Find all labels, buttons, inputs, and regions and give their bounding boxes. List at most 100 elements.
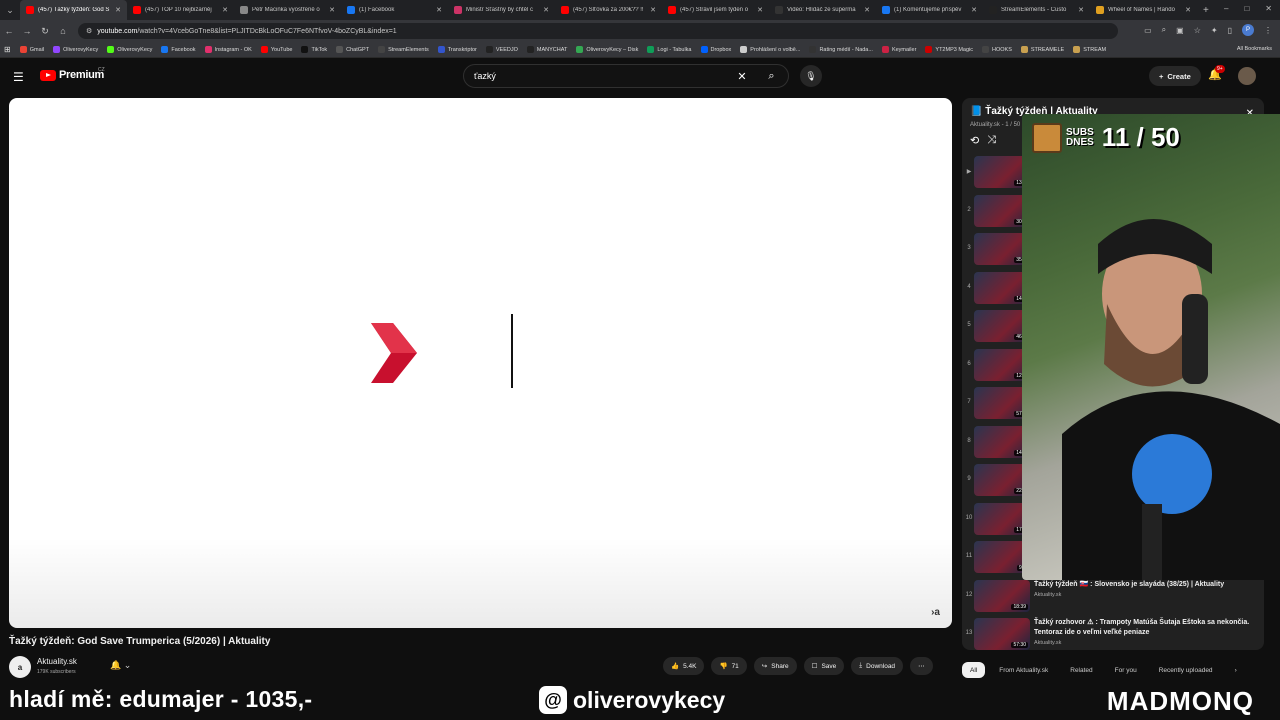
browser-tab[interactable]: Ministr Šťastný by chtěl c ✕ [448, 0, 555, 20]
back-icon[interactable]: ← [0, 26, 18, 36]
bookmark-item[interactable]: Rating médií - Nada... [809, 46, 873, 53]
close-tab-icon[interactable]: ✕ [864, 6, 870, 14]
minimize-icon[interactable]: – [1224, 4, 1228, 13]
youtube-logo[interactable]: Premium CZ [40, 67, 105, 81]
new-tab-button[interactable]: + [1203, 5, 1209, 16]
subscribe-bell-icon[interactable]: 🔔 ⌄ [110, 660, 131, 671]
home-icon[interactable]: ⌂ [54, 26, 72, 36]
close-window-icon[interactable]: ✕ [1265, 4, 1272, 13]
bookmark-item[interactable]: YouTube [260, 46, 292, 53]
shuffle-icon[interactable]: ⤨ [987, 134, 996, 147]
bookmark-item[interactable]: OliverovyKecy – Disk [576, 46, 638, 53]
bookmark-item[interactable]: Instagram - OK [204, 46, 252, 53]
bookmark-item[interactable]: VEEDJO [485, 46, 518, 53]
bookmark-item[interactable]: StreamElements [378, 46, 429, 53]
profile-avatar[interactable]: P [1242, 24, 1254, 36]
close-tab-icon[interactable]: ✕ [436, 6, 442, 14]
bookmark-item[interactable]: Dropbox [700, 46, 731, 53]
dislike-button[interactable]: 👎 71 [711, 657, 747, 675]
bookmark-item[interactable]: HOOKS [982, 46, 1012, 53]
browser-tab[interactable]: StreamElements - Custo ✕ [983, 0, 1090, 20]
browser-tab[interactable]: (457) Ťažký týždeň: God S ✕ [20, 0, 127, 20]
zoom-icon[interactable]: ⌕ [1162, 25, 1166, 35]
browser-tab[interactable]: (1) Komentujeme příspěv ✕ [876, 0, 983, 20]
filter-chip[interactable]: Recently uploaded [1151, 662, 1221, 678]
browser-tab[interactable]: Video: Hlídač ze superma ✕ [769, 0, 876, 20]
video-player[interactable]: ›a [9, 98, 952, 628]
site-info-icon[interactable]: ⚙ [86, 27, 92, 35]
close-tab-icon[interactable]: ✕ [543, 6, 549, 14]
bookmark-item[interactable]: Gmail [19, 46, 44, 53]
sidepanel-icon[interactable]: ▯ [1228, 26, 1232, 35]
browser-tab[interactable]: Petr Macinka vyostřeně o ✕ [234, 0, 341, 20]
playlist-item-title[interactable]: Ťažký týždeň 🇸🇰 : Slovensko je slayáda (… [1034, 580, 1256, 590]
maximize-icon[interactable]: □ [1244, 4, 1249, 13]
url-field[interactable]: ⚙ youtube.com/watch?v=4VcebGoTne8&list=P… [78, 23, 1118, 39]
channel-watermark[interactable]: ›a [931, 607, 940, 618]
bookmark-item[interactable]: Facebook [161, 46, 196, 53]
search-icon[interactable]: ⌕ [754, 65, 788, 87]
bookmark-star-icon[interactable]: ☆ [1194, 26, 1201, 35]
filter-chip[interactable]: From Aktuality.sk [991, 662, 1056, 678]
bookmark-item[interactable]: Logi - Tabulka [647, 46, 692, 53]
bookmark-item[interactable]: OliverovyKecy [53, 46, 98, 53]
bookmark-item[interactable]: Keymailer [881, 46, 916, 53]
close-tab-icon[interactable]: ✕ [650, 6, 656, 14]
video-thumbnail[interactable]: 18:39 [974, 579, 1030, 612]
forward-icon[interactable]: → [18, 26, 36, 36]
hamburger-menu-icon[interactable]: ☰ [13, 70, 24, 84]
browser-tab[interactable]: Wheel of Names | Rando ✕ [1090, 0, 1197, 20]
playlist-item[interactable]: 12 18:39 Ťažký týždeň 🇸🇰 : Slovensko je sl… [962, 579, 1264, 616]
create-button[interactable]: + Create [1149, 66, 1201, 86]
bookmark-item[interactable]: Transkriptor [437, 46, 477, 53]
close-tab-icon[interactable]: ✕ [1078, 6, 1084, 14]
close-tab-icon[interactable]: ✕ [971, 6, 977, 14]
browser-tab[interactable]: (1) Facebook ✕ [341, 0, 448, 20]
notifications-bell-icon[interactable]: 🔔 9+ [1208, 65, 1225, 81]
playlist-item-title[interactable]: Ťažký rozhovor ⚠ : Trampoty Matúša Šutaj… [1034, 618, 1256, 638]
chips-next-icon[interactable]: › [1227, 662, 1245, 678]
search-input[interactable]: ťazký [464, 71, 730, 81]
apps-icon[interactable]: ⊞ [4, 45, 11, 54]
bookmark-item[interactable]: STREAM [1073, 46, 1106, 53]
share-button[interactable]: ↪ Share [753, 657, 797, 675]
menu-kebab-icon[interactable]: ⋮ [1264, 26, 1272, 35]
close-tab-icon[interactable]: ✕ [222, 6, 228, 14]
filter-chip[interactable]: All [962, 662, 986, 678]
reload-icon[interactable]: ↻ [36, 26, 54, 37]
clear-search-icon[interactable]: ✕ [730, 70, 754, 83]
cast-icon[interactable]: ▭ [1144, 26, 1152, 35]
loop-icon[interactable]: ⟲ [970, 134, 979, 147]
video-thumbnail[interactable]: 57:30 [974, 618, 1030, 650]
filter-chip[interactable]: For you [1107, 662, 1145, 678]
tab-title: Wheel of Names | Rando [1108, 7, 1175, 13]
close-tab-icon[interactable]: ✕ [115, 6, 121, 14]
channel-name[interactable]: Aktuality.sk [37, 657, 77, 666]
all-bookmarks[interactable]: All Bookmarks [1237, 46, 1272, 52]
download-button[interactable]: ⤓ Download [851, 657, 904, 675]
like-button[interactable]: 👍 5.4K [663, 657, 705, 675]
browser-tab[interactable]: (457) TOP 10 nejbizarněj ✕ [127, 0, 234, 20]
save-button[interactable]: ☐ Save [803, 657, 845, 675]
filter-chip[interactable]: Related [1062, 662, 1100, 678]
channel-avatar[interactable]: a [9, 656, 31, 678]
extensions-icon[interactable]: ✦ [1211, 26, 1218, 35]
more-actions-icon[interactable]: ⋯ [910, 657, 933, 675]
bookmark-item[interactable]: YT2MP3 Magic [925, 46, 973, 53]
browser-tab[interactable]: (457) Strávil jsem týden o ✕ [662, 0, 769, 20]
close-tab-icon[interactable]: ✕ [1185, 6, 1191, 14]
close-tab-icon[interactable]: ✕ [329, 6, 335, 14]
screenshot-icon[interactable]: ▣ [1176, 26, 1184, 35]
bookmark-item[interactable]: STREAMELE [1020, 46, 1064, 53]
account-avatar[interactable] [1238, 67, 1256, 85]
bookmark-item[interactable]: TikTok [301, 46, 327, 53]
close-tab-icon[interactable]: ✕ [757, 6, 763, 14]
playlist-item[interactable]: 13 57:30 Ťažký rozhovor ⚠ : Trampoty Matúš… [962, 618, 1264, 650]
tab-search-icon[interactable]: ⌄ [0, 0, 20, 20]
bookmark-item[interactable]: ChatGPT [336, 46, 369, 53]
bookmark-item[interactable]: MANYCHAT [526, 46, 567, 53]
browser-tab[interactable]: (457) Šlťovka za 200€?? ‼ ✕ [555, 0, 662, 20]
bookmark-item[interactable]: OliverovyKecy [107, 46, 152, 53]
bookmark-item[interactable]: Prohlášení o volbě... [740, 46, 800, 53]
voice-search-icon[interactable]: 🎙 [800, 65, 822, 87]
